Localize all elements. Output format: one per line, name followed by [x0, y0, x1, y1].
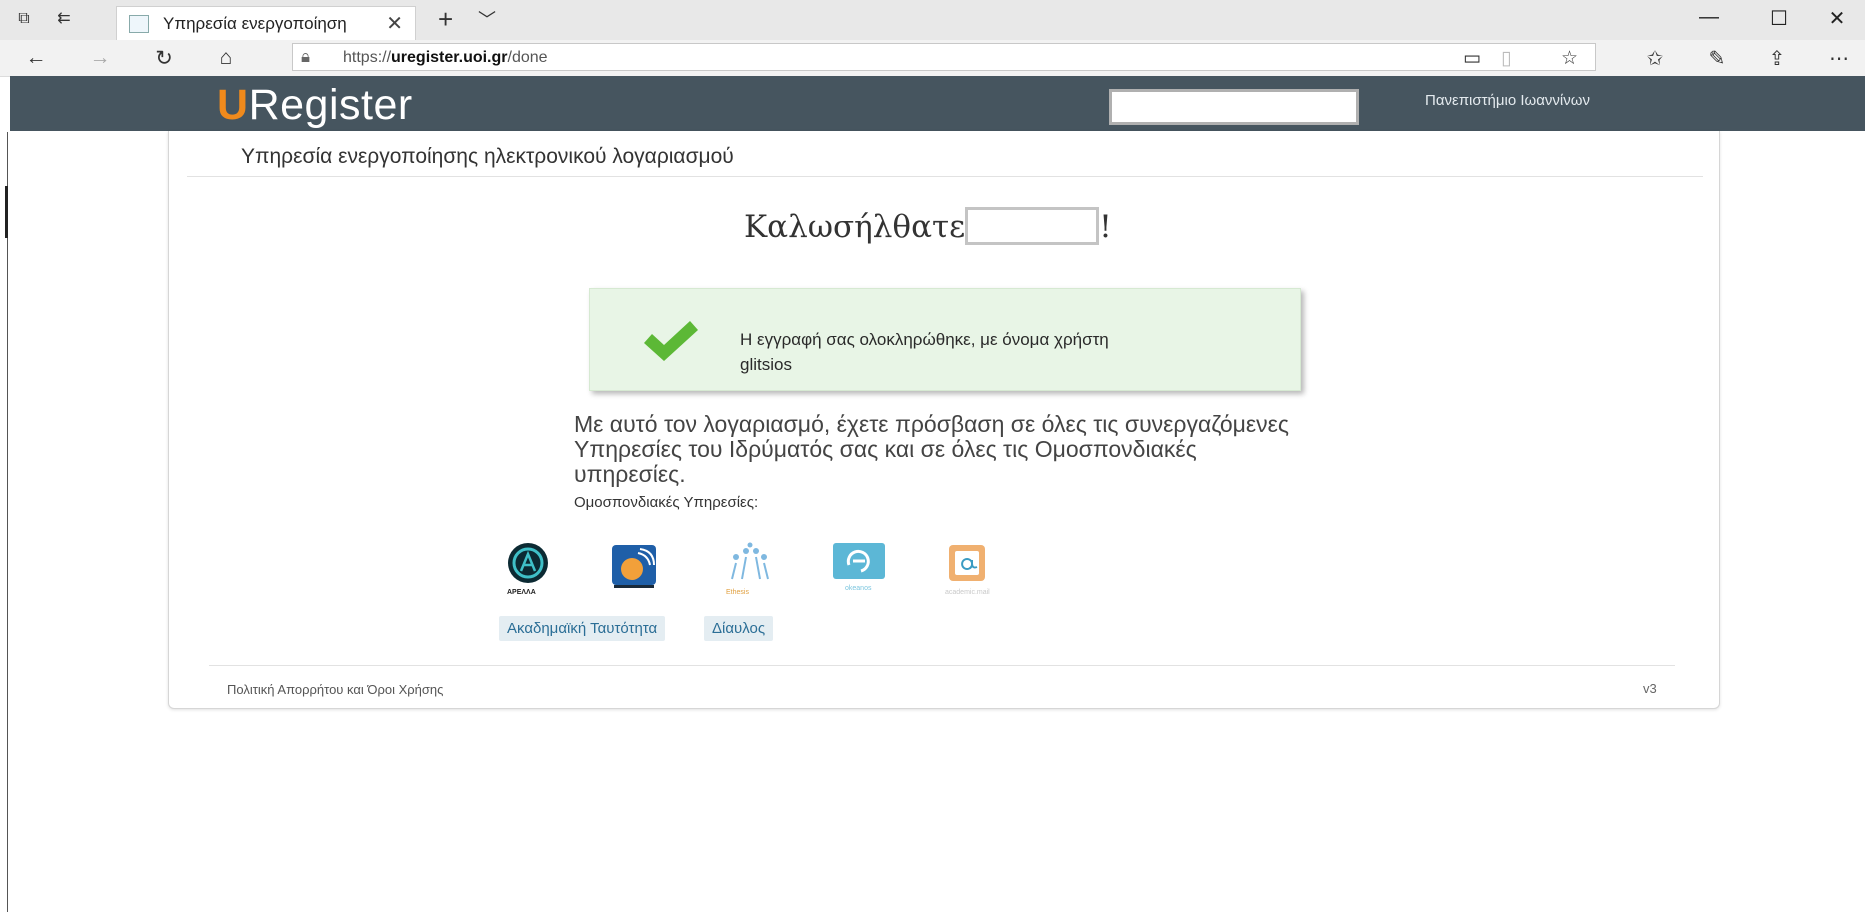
window-edge-marker — [5, 186, 8, 238]
academic-mail-icon — [949, 545, 985, 581]
uregister-logo[interactable]: URegister — [217, 81, 413, 130]
tag-academic-id[interactable]: Ακαδημαϊκή Ταυτότητα — [499, 616, 666, 641]
footer-divider — [209, 665, 1675, 666]
maximize-icon[interactable]: ☐ — [1764, 6, 1794, 31]
privacy-terms-link[interactable]: Πολιτική Απορρήτου και Όροι Χρήσης — [227, 682, 443, 697]
set-aside-tabs-icon[interactable]: ⇇ — [52, 8, 76, 30]
window-close-icon[interactable]: ✕ — [1822, 6, 1852, 31]
alert-message: Η εγγραφή σας ολοκληρώθηκε, με όνομα χρή… — [740, 327, 1109, 377]
favorites-list-icon[interactable]: ✩ — [1640, 46, 1670, 71]
tab-list-chevron-icon[interactable]: ﹀ — [478, 6, 496, 32]
okeanos-logo[interactable]: okeanos — [831, 541, 887, 599]
tab-preview-icon[interactable]: ⧉ — [12, 8, 36, 30]
divider — [187, 176, 1703, 177]
book-icon: ▯ — [1501, 48, 1512, 69]
academic-mail-caption: academic.mail — [945, 589, 990, 596]
minimize-icon[interactable]: — — [1694, 6, 1724, 29]
redacted-name-box — [965, 207, 1100, 245]
academic-mail-logo[interactable]: academic.mail — [945, 541, 1001, 601]
browser-tab-bar: ⧉ ⇇ Υπηρεσία ενεργοποίηση ✕ + ﹀ — ☐ ✕ — [0, 0, 1865, 41]
apella-logo[interactable]: ΑΡΕΛΛΑ — [501, 541, 555, 599]
ethesis-icon — [731, 542, 769, 580]
checkmark-icon — [644, 321, 698, 361]
content-card: Υπηρεσία ενεργοποίησης ηλεκτρονικού λογα… — [168, 131, 1720, 709]
lock-icon: 🔒︎ — [301, 47, 311, 66]
favorite-star-icon[interactable]: ☆ — [1561, 47, 1578, 70]
ethesis-logo[interactable]: Ethesis — [722, 541, 776, 601]
apella-icon — [508, 543, 548, 583]
refresh-icon[interactable]: ↻ — [150, 46, 178, 71]
reading-view-icon[interactable]: ▭ — [1463, 47, 1481, 70]
share-icon[interactable]: ⇪ — [1762, 46, 1792, 71]
username: glitsios — [740, 355, 792, 374]
institution-name: Πανεπιστήμιο Ιωαννίνων — [1425, 92, 1590, 109]
federated-services-label: Ομοσπονδιακές Υπηρεσίες: — [574, 494, 759, 511]
tab-close-icon[interactable]: ✕ — [386, 11, 403, 36]
back-icon[interactable]: ← — [22, 46, 50, 70]
okeanos-caption: okeanos — [845, 585, 872, 592]
eudoxus-icon — [612, 545, 656, 588]
site-header: URegister Πανεπιστήμιο Ιωαννίνων — [10, 76, 1865, 131]
alert-line: Η εγγραφή σας ολοκληρώθηκε, με όνομα χρή… — [740, 330, 1109, 349]
forward-icon[interactable]: → — [86, 46, 114, 70]
success-alert: Η εγγραφή σας ολοκληρώθηκε, με όνομα χρή… — [589, 288, 1301, 391]
url-text: https://uregister.uoi.gr/done — [343, 49, 548, 66]
browser-tab-active[interactable]: Υπηρεσία ενεργοποίηση ✕ — [116, 6, 416, 40]
new-tab-icon[interactable]: + — [438, 4, 453, 35]
pen-icon[interactable]: ✎ — [1702, 46, 1732, 71]
more-options-icon[interactable]: ⋯ — [1824, 46, 1854, 71]
account-info-text: Με αυτό τον λογαριασμό, έχετε πρόσβαση σ… — [574, 411, 1290, 487]
version-label: v3 — [1643, 681, 1657, 696]
home-icon[interactable]: ⌂ — [212, 46, 240, 70]
welcome-heading: Καλωσήλθατε! — [744, 207, 1112, 245]
page-title: Υπηρεσία ενεργοποίησης ηλεκτρονικού λογα… — [241, 145, 734, 168]
tab-title: Υπηρεσία ενεργοποίηση — [163, 14, 347, 33]
okeanos-icon — [833, 543, 885, 579]
eudoxus-logo[interactable] — [610, 541, 660, 593]
site-favicon-icon — [129, 15, 149, 33]
header-search-box[interactable] — [1109, 89, 1359, 125]
url-input[interactable]: 🔒︎ https://uregister.uoi.gr/done ▭ ▯ ☆ — [292, 43, 1596, 71]
browser-address-bar: ← → ↻ ⌂ 🔒︎ https://uregister.uoi.gr/done… — [0, 40, 1865, 77]
ethesis-caption: Ethesis — [726, 589, 749, 596]
tag-diavlos[interactable]: Δίαυλος — [704, 616, 774, 641]
window-edge — [7, 132, 8, 912]
apella-caption: ΑΡΕΛΛΑ — [507, 589, 536, 596]
